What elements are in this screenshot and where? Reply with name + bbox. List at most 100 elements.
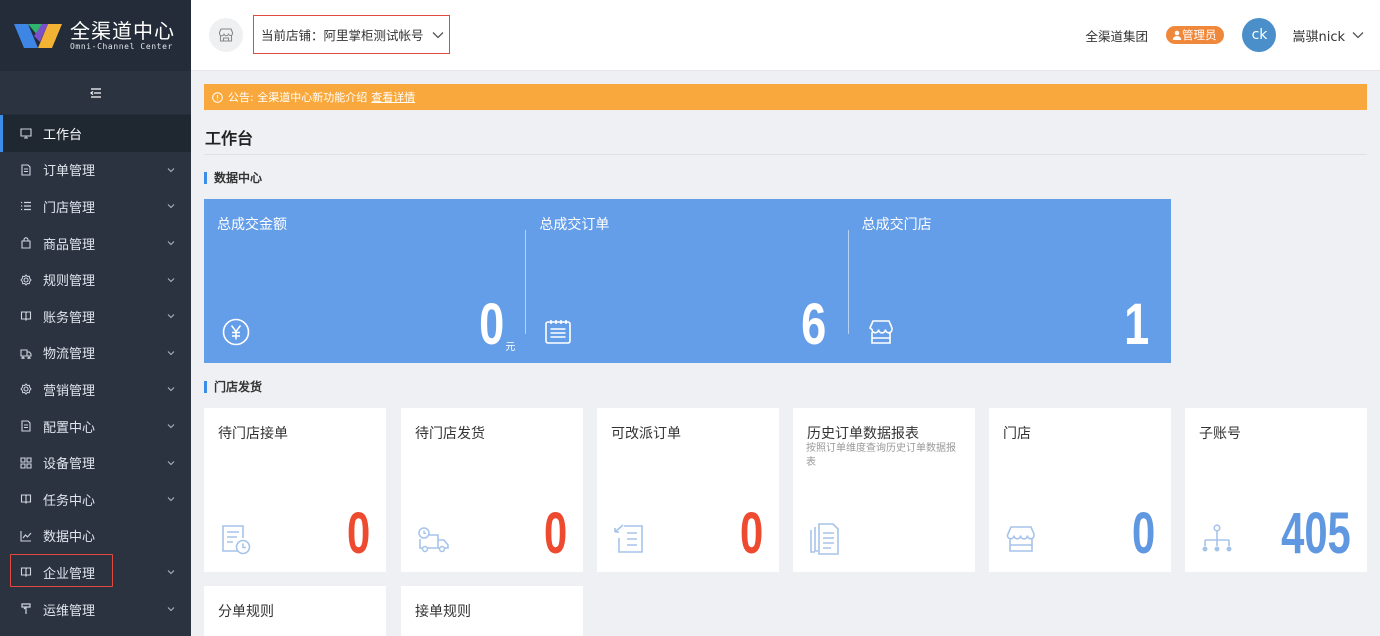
store-switch-button[interactable] (209, 18, 243, 52)
monitor-icon (20, 128, 32, 139)
card-history-report[interactable]: 历史订单数据报表 按照订单维度查询历史订单数据报表 (793, 408, 975, 572)
sidebar-item-label: 营销管理 (43, 383, 96, 399)
card-split-rules[interactable]: 分单规则 (204, 586, 386, 636)
logo[interactable]: 全渠道中心 Omni-Channel Center (0, 0, 191, 71)
section-title-data-center: 数据中心 (204, 171, 262, 185)
sidebar-item-label: 商品管理 (43, 237, 96, 253)
sidebar-item[interactable]: 配置中心 (0, 408, 191, 445)
sidebar: 全渠道中心 Omni-Channel Center 工作台订单管理 门店管理商品管… (0, 0, 191, 636)
data-center-panel: 总成交金额 0 元 总成交订单 6 总成交门店 1 (204, 199, 1171, 363)
sidebar-item[interactable]: 规则管理 (0, 261, 191, 298)
card-stores[interactable]: 门店 0 (989, 408, 1171, 572)
page-title: 工作台 (205, 129, 254, 148)
sidebar-menu: 工作台订单管理 门店管理商品管理规则管理账务管理 物流管理营销管理配置中心设备管理任… (0, 115, 191, 627)
sidebar-item[interactable]: 企业管理 (0, 554, 191, 591)
avatar[interactable]: ck (1242, 18, 1277, 52)
card-label: 门店 (1003, 426, 1031, 442)
store-icon (1006, 526, 1035, 552)
card-reassignable[interactable]: 可改派订单 0 (597, 408, 779, 572)
chevron-down-icon (432, 31, 443, 38)
chevron-down-icon (167, 460, 175, 465)
top-header: 当前店铺：阿里掌柜测试帐号 全渠道集团 管理员 ck 嵩骐nick (191, 0, 1380, 71)
stat-value: 6 (801, 292, 827, 357)
sidebar-item[interactable]: 运维管理 (0, 591, 191, 628)
card-value: 0 (346, 501, 370, 566)
card-label: 待门店接单 (218, 426, 288, 442)
role-label: 管理员 (1181, 28, 1217, 42)
card-label: 接单规则 (415, 604, 471, 620)
settings-icon (20, 383, 32, 396)
chevron-down-icon (167, 387, 175, 392)
sidebar-item[interactable]: 设备管理 (0, 444, 191, 481)
pending-order-icon (222, 525, 251, 555)
yuan-icon (222, 318, 250, 346)
chevron-down-icon (167, 314, 175, 319)
document-icon (21, 420, 31, 432)
sidebar-item[interactable]: 账务管理 (0, 298, 191, 335)
sidebar-item[interactable]: 物流管理 (0, 335, 191, 372)
card-value: 0 (1131, 501, 1155, 566)
stat-value: 1 (1123, 292, 1149, 357)
sidebar-item[interactable]: 商品管理 (0, 225, 191, 262)
brand-name-cn: 全渠道中心 (70, 18, 175, 43)
chevron-down-icon (167, 424, 175, 429)
book-icon (20, 494, 32, 505)
sidebar-item-label: 工作台 (43, 127, 83, 143)
brand-name-en: Omni-Channel Center (70, 41, 173, 51)
card-label: 分单规则 (218, 604, 274, 620)
card-label: 待门店发货 (415, 426, 485, 442)
stat-total-amount[interactable]: 总成交金额 0 元 (204, 199, 527, 363)
card-sub-accounts[interactable]: 子账号 405 (1185, 408, 1367, 572)
sidebar-item[interactable]: 工作台 (0, 115, 191, 152)
group-name[interactable]: 全渠道集团 (1085, 26, 1148, 45)
chevron-down-icon (167, 241, 175, 246)
user-name: 嵩骐nick (1292, 29, 1345, 45)
sidebar-toggle-button[interactable] (0, 71, 191, 115)
card-value: 0 (543, 501, 567, 566)
settings-icon (20, 273, 32, 286)
stat-label: 总成交门店 (861, 217, 932, 233)
notice-bar: 公告: 全渠道中心新功能介绍 查看详情 (204, 84, 1367, 110)
report-docs-icon (810, 523, 839, 555)
card-label: 历史订单数据报表 (807, 426, 919, 442)
current-store-label: 当前店铺：阿里掌柜测试帐号 (261, 28, 424, 43)
sidebar-item[interactable]: 营销管理 (0, 371, 191, 408)
menu-fold-icon (89, 87, 101, 98)
sidebar-item[interactable]: 数据中心 (0, 518, 191, 555)
order-notes-icon (545, 320, 572, 344)
stat-unit: 元 (505, 342, 516, 353)
bag-icon (21, 237, 31, 249)
stat-value: 0 (479, 292, 505, 357)
stat-total-orders[interactable]: 总成交订单 6 (526, 199, 849, 363)
chevron-down-icon (1352, 32, 1364, 39)
card-pending-ship[interactable]: 待门店发货 0 (401, 408, 583, 572)
card-description: 按照订单维度查询历史订单数据报表 (806, 443, 956, 468)
sidebar-item[interactable]: 任务中心 (0, 481, 191, 518)
card-accept-rules[interactable]: 接单规则 (401, 586, 583, 636)
sidebar-item[interactable]: 订单管理 (0, 152, 191, 189)
sidebar-item-label: 规则管理 (43, 274, 96, 290)
highlight-box (10, 554, 113, 588)
storefront-icon (218, 28, 234, 42)
delivery-truck-icon (418, 527, 449, 553)
notice-detail-link[interactable]: 查看详情 (371, 89, 415, 105)
document-icon (21, 164, 31, 176)
card-value: 0 (739, 501, 763, 566)
chevron-down-icon (167, 570, 175, 575)
sidebar-item-label: 配置中心 (43, 420, 96, 436)
info-icon (212, 91, 223, 103)
app-root: 全渠道中心 Omni-Channel Center 工作台 订单管理 门店管理 商品管… (0, 0, 1380, 636)
stat-label: 总成交订单 (539, 217, 610, 233)
role-badge: 管理员 (1165, 26, 1225, 44)
sidebar-item[interactable]: 门店管理 (0, 188, 191, 225)
stat-total-stores[interactable]: 总成交门店 1 (849, 199, 1171, 363)
reassign-order-icon (614, 524, 643, 553)
sidebar-item-label: 数据中心 (43, 530, 96, 546)
card-pending-accept[interactable]: 待门店接单 0 (204, 408, 386, 572)
list-icon (21, 202, 31, 211)
chevron-down-icon (167, 168, 175, 173)
sidebar-item-label: 设备管理 (43, 457, 96, 473)
stat-label: 总成交金额 (217, 217, 287, 233)
user-menu[interactable]: 嵩骐nick (1292, 26, 1364, 45)
current-store-dropdown[interactable]: 当前店铺：阿里掌柜测试帐号 (253, 15, 450, 54)
